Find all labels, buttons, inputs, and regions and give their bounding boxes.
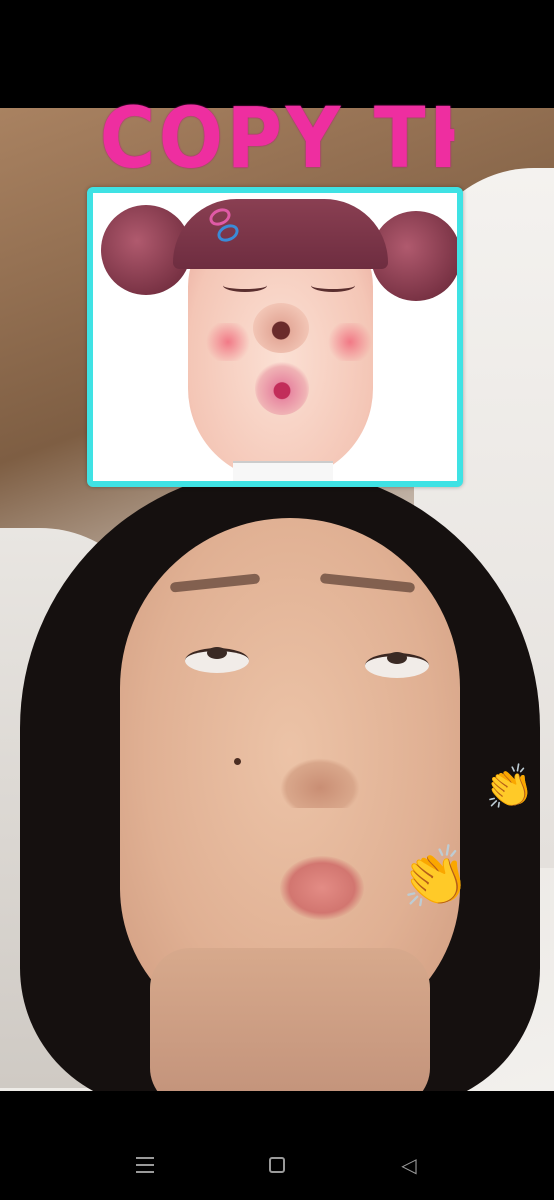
right-eye <box>365 652 429 678</box>
top-black-bar <box>0 0 554 108</box>
clapping-hands-sticker-small: 👏 <box>480 762 538 814</box>
home-icon[interactable] <box>262 1152 292 1180</box>
cartoon-nose <box>253 303 309 353</box>
cartoon-bangs <box>173 199 388 269</box>
menu-icon[interactable] <box>130 1152 160 1180</box>
cartoon-right-eye <box>311 279 355 292</box>
back-icon[interactable]: ◁ <box>394 1152 424 1180</box>
system-nav-bar <box>0 1091 554 1200</box>
left-eye <box>185 647 249 673</box>
cartoon-left-cheek <box>203 323 253 361</box>
reference-face-card <box>87 187 463 487</box>
neck <box>150 948 430 1091</box>
cartoon-lips <box>255 361 309 415</box>
lips <box>280 856 364 920</box>
cartoon-collar <box>233 461 333 481</box>
overlay-title: COPY THE FACE <box>99 100 455 172</box>
mole <box>234 758 241 765</box>
clapping-hands-sticker-large: 👏 <box>394 840 475 915</box>
cartoon-right-cheek <box>325 323 375 361</box>
nose <box>280 758 360 808</box>
cartoon-left-eye <box>223 279 267 292</box>
